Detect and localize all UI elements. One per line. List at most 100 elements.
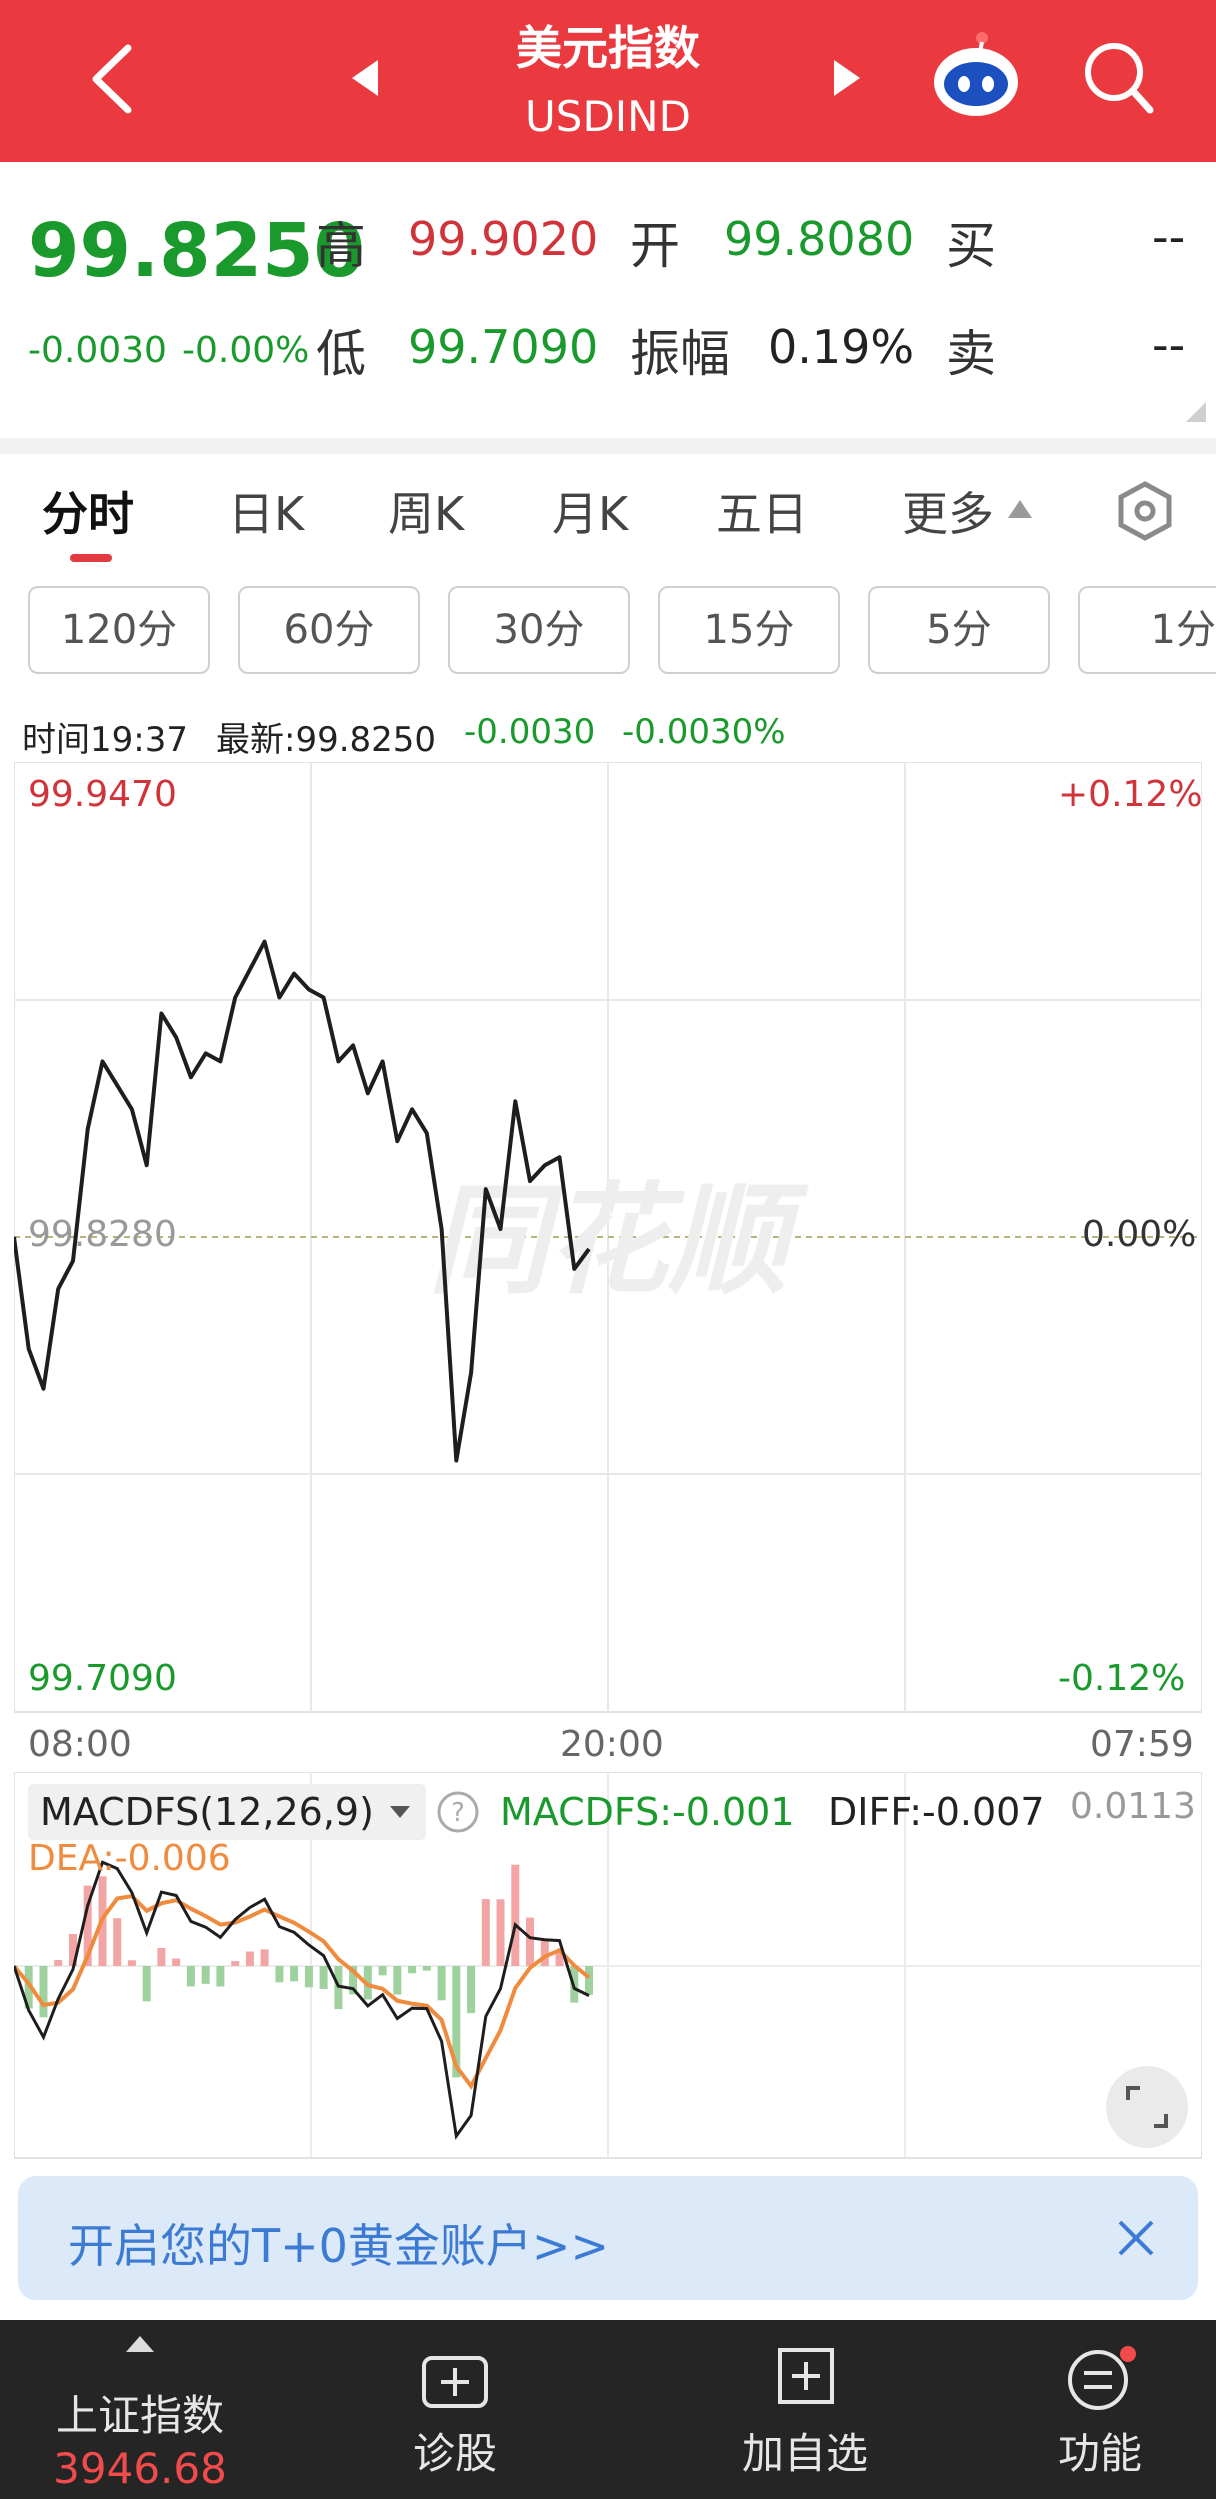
svg-text:?: ? bbox=[451, 1798, 465, 1828]
tab-more[interactable]: 更多 bbox=[902, 478, 994, 544]
last-price: 99.8250 bbox=[28, 208, 366, 294]
buy-value: -- bbox=[1152, 210, 1186, 264]
low-value: 99.7090 bbox=[408, 320, 599, 374]
price-change: -0.0030 bbox=[28, 330, 167, 371]
amplitude-label: 振幅 bbox=[630, 325, 730, 383]
time-axis-start: 08:00 bbox=[28, 1724, 132, 1765]
expand-corner-icon[interactable] bbox=[1186, 402, 1206, 422]
tab-monthly-k[interactable]: 月K bbox=[552, 478, 628, 544]
tab-weekly-k[interactable]: 周K bbox=[388, 478, 464, 544]
macd-bar bbox=[511, 1864, 520, 1966]
diagnose-button[interactable]: 诊股 bbox=[360, 2420, 550, 2481]
buy-label: 买 bbox=[946, 217, 996, 275]
active-tab-indicator bbox=[70, 554, 112, 562]
open-value: 99.8080 bbox=[724, 212, 915, 266]
macd-bar bbox=[39, 1966, 48, 2018]
dea-value: DEA:-0.006 bbox=[28, 1838, 231, 1879]
period-120min-button[interactable]: 120分 bbox=[28, 586, 210, 674]
settings-hexagon-icon[interactable] bbox=[1114, 480, 1176, 542]
macd-bar bbox=[408, 1966, 417, 1974]
macd-bar bbox=[54, 1960, 63, 1966]
macd-bar bbox=[496, 1899, 505, 1966]
macd-bar bbox=[216, 1966, 225, 1987]
index-name[interactable]: 上证指数 bbox=[20, 2382, 260, 2443]
chart-prev-close-percent: 0.00% bbox=[1082, 1214, 1197, 1255]
section-divider bbox=[0, 438, 1216, 454]
instrument-code: USDIND bbox=[525, 92, 691, 141]
robot-assistant-icon[interactable] bbox=[930, 30, 1022, 120]
macd-bar bbox=[245, 1951, 254, 1966]
search-icon[interactable] bbox=[1080, 38, 1156, 118]
time-axis-end: 07:59 bbox=[1090, 1724, 1194, 1765]
tab-intraday[interactable]: 分时 bbox=[42, 478, 134, 544]
expand-up-icon[interactable] bbox=[124, 2334, 156, 2354]
banner-text: 开启您的T+0黄金账户>> bbox=[68, 2219, 609, 2273]
help-icon[interactable]: ? bbox=[436, 1790, 480, 1834]
macd-top-value: 0.0113 bbox=[1070, 1786, 1196, 1827]
macd-bar bbox=[201, 1966, 210, 1984]
macd-bar bbox=[127, 1960, 136, 1966]
macd-bar bbox=[526, 1917, 534, 1966]
diff-value: DIFF:-0.007 bbox=[828, 1790, 1045, 1834]
macd-bar bbox=[157, 1948, 166, 1966]
macd-bar bbox=[437, 1966, 446, 2001]
fullscreen-button[interactable] bbox=[1106, 2066, 1188, 2148]
chart-top-percent: +0.12% bbox=[1058, 774, 1203, 815]
macd-bar bbox=[481, 1899, 490, 1966]
intraday-chart[interactable]: 同花顺 bbox=[14, 762, 1202, 1714]
function-button[interactable]: 功能 bbox=[1010, 2420, 1190, 2481]
macd-bar bbox=[275, 1966, 284, 1983]
macd-bar bbox=[260, 1949, 269, 1966]
macd-bar bbox=[393, 1966, 402, 1995]
indicator-selector-label: MACDFS(12,26,9) bbox=[40, 1790, 374, 1834]
time-axis-mid: 20:00 bbox=[560, 1724, 664, 1765]
caret-up-icon[interactable] bbox=[1006, 496, 1034, 520]
macd-bar bbox=[113, 1918, 122, 1966]
macd-bar bbox=[540, 1938, 549, 1966]
dropdown-arrow-icon bbox=[390, 1806, 410, 1818]
close-icon[interactable] bbox=[1114, 2216, 1158, 2260]
function-menu-icon[interactable] bbox=[1064, 2346, 1138, 2412]
chart-top-value: 99.9470 bbox=[28, 774, 177, 815]
macd-bar bbox=[172, 1958, 181, 1966]
chart-bottom-value: 99.7090 bbox=[28, 1658, 177, 1699]
period-15min-button[interactable]: 15分 bbox=[658, 586, 840, 674]
indicator-selector[interactable]: MACDFS(12,26,9) bbox=[28, 1784, 426, 1840]
high-value: 99.9020 bbox=[408, 212, 599, 266]
period-60min-button[interactable]: 60分 bbox=[238, 586, 420, 674]
macd-bar bbox=[231, 1961, 240, 1966]
macd-bar bbox=[319, 1966, 328, 1989]
diagnose-icon[interactable] bbox=[420, 2348, 490, 2412]
add-watchlist-button[interactable]: 加自选 bbox=[710, 2420, 900, 2481]
tab-five-day[interactable]: 五日 bbox=[716, 478, 808, 544]
macd-bar bbox=[304, 1966, 313, 1988]
tab-daily-k[interactable]: 日K bbox=[228, 478, 304, 544]
low-label: 低 bbox=[316, 325, 366, 383]
period-1min-button[interactable]: 1分 bbox=[1078, 586, 1216, 674]
sell-value: -- bbox=[1152, 318, 1186, 372]
price-change-percent: -0.00% bbox=[182, 330, 310, 371]
sell-label: 卖 bbox=[946, 325, 996, 383]
amplitude-value: 0.19% bbox=[768, 320, 915, 374]
macd-bar bbox=[186, 1966, 195, 1987]
gold-account-banner[interactable]: 开启您的T+0黄金账户>> bbox=[18, 2176, 1198, 2300]
macd-bar bbox=[585, 1966, 593, 1995]
bottom-nav: 上证指数 3946.68 诊股 加自选 功能 bbox=[0, 2320, 1216, 2499]
crosshair-latest: 最新:99.8250 bbox=[216, 720, 437, 760]
page-title: 美元指数 bbox=[516, 21, 700, 75]
price-line bbox=[14, 939, 591, 1463]
chart-bottom-percent: -0.12% bbox=[1058, 1658, 1186, 1699]
period-5min-button[interactable]: 5分 bbox=[868, 586, 1050, 674]
macd-bar bbox=[142, 1966, 151, 2002]
crosshair-change-percent: -0.0030% bbox=[622, 712, 786, 752]
add-watchlist-icon[interactable] bbox=[776, 2346, 836, 2406]
macdfs-value: MACDFS:-0.001 bbox=[500, 1790, 795, 1834]
open-label: 开 bbox=[630, 217, 680, 275]
macd-bar bbox=[422, 1966, 431, 1971]
crosshair-time: 时间19:37 bbox=[22, 720, 188, 760]
period-30min-button[interactable]: 30分 bbox=[448, 586, 630, 674]
index-value: 3946.68 bbox=[53, 2444, 227, 2493]
chart-prev-close-value: 99.8280 bbox=[28, 1214, 177, 1255]
next-instrument-icon[interactable] bbox=[832, 58, 862, 98]
high-label: 高 bbox=[316, 217, 366, 275]
